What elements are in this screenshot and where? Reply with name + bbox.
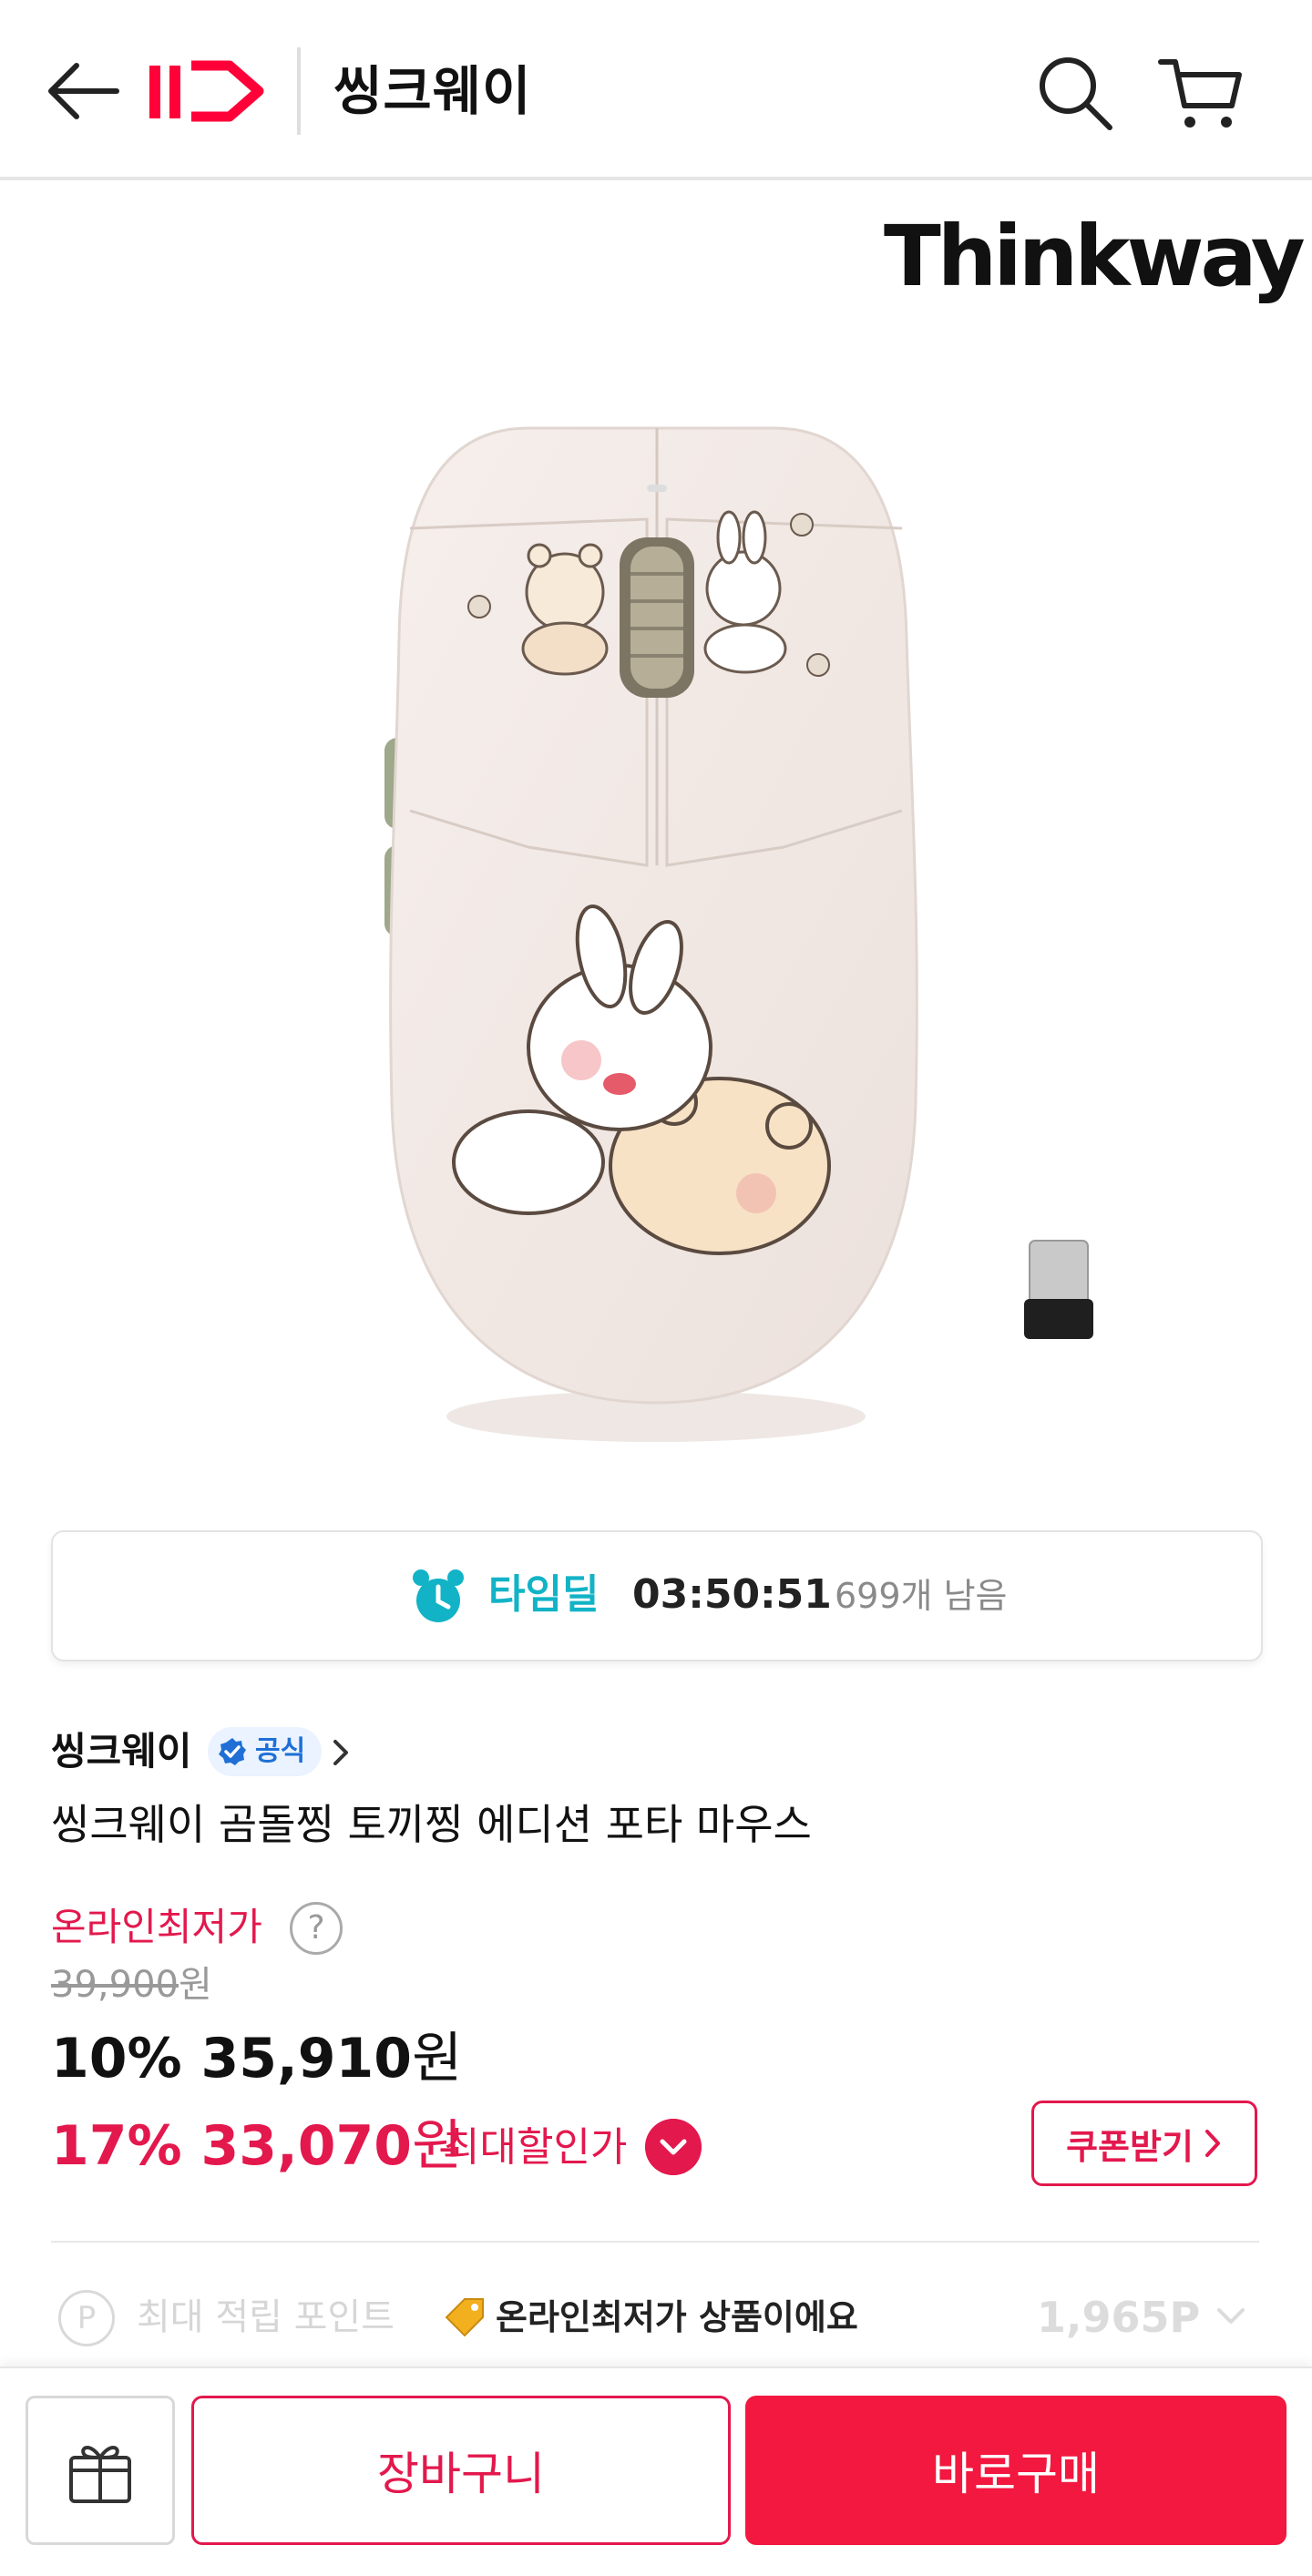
max-discount-label: 최대할인가 [443, 2124, 628, 2171]
gift-button[interactable] [26, 2396, 175, 2545]
time-deal-remaining: 699개 남음 [835, 1576, 1008, 1616]
wireless-mouse-image [384, 426, 1093, 1442]
brand-logo: Thinkway [884, 208, 1306, 305]
discount-price-unit: 원 [412, 2027, 463, 2090]
official-badge: 공식 [208, 1727, 323, 1776]
coupon-button-label: 쿠폰받기 [1066, 2126, 1194, 2167]
chevron-right-icon [1204, 2130, 1220, 2157]
original-price-value: 39,900 [51, 1964, 179, 2006]
max-discount-price-row: 17% 33,070원 [51, 2108, 462, 2184]
help-icon[interactable]: ? [290, 1902, 343, 1955]
header-title: 씽크웨이 [333, 60, 532, 122]
bottom-action-bar: 장바구니 바로구매 [0, 2366, 1312, 2576]
time-deal-banner[interactable]: 타임딜 03:50:51 699개 남음 [51, 1530, 1263, 1661]
cart-icon[interactable] [1157, 49, 1245, 137]
official-badge-label: 공식 [255, 1735, 306, 1767]
original-price-unit: 원 [178, 1964, 212, 2006]
eleven-street-logo-icon[interactable] [146, 56, 266, 126]
discount-price-row: 10% 35,910원 [51, 2020, 462, 2097]
lowest-price-toast: 온라인최저가 상품이에요 [441, 2286, 858, 2348]
verified-check-icon [219, 1738, 246, 1765]
time-deal-countdown: 03:50:51 [632, 1571, 832, 1618]
coupon-button[interactable]: 쿠폰받기 [1031, 2101, 1257, 2186]
lowest-price-label: 온라인최저가 [51, 1905, 262, 1949]
chevron-right-icon[interactable] [328, 1736, 354, 1769]
add-to-cart-button[interactable]: 장바구니 [191, 2396, 731, 2545]
point-icon: P [58, 2290, 115, 2346]
back-arrow-icon[interactable] [44, 56, 120, 126]
product-title: 씽크웨이 곰돌찡 토끼찡 에디션 포타 마우스 [51, 1800, 812, 1849]
lowest-price-toast-text: 온라인최저가 상품이에요 [496, 2297, 858, 2337]
gift-icon [69, 2446, 131, 2503]
max-discount-price: 33,070 [200, 2114, 413, 2178]
time-deal-label: 타임딜 [488, 1571, 600, 1618]
alarm-clock-icon [413, 1569, 464, 1622]
section-divider [51, 2241, 1259, 2243]
points-label: 최대 적립 포인트 [137, 2296, 395, 2338]
points-value: 1,965P [1037, 2293, 1201, 2342]
chevron-down-icon [1217, 2308, 1245, 2324]
points-row[interactable]: P 최대 적립 포인트 온라인최저가 상품이에요 1,965P [0, 2268, 1312, 2368]
top-header: 씽크웨이 [0, 0, 1312, 180]
original-price: 39,900원 [51, 1958, 212, 2011]
discount-percent: 10% [51, 2027, 182, 2090]
chevron-down-circle-icon[interactable] [645, 2119, 702, 2175]
header-divider [297, 47, 301, 135]
max-discount-percent: 17% [51, 2114, 182, 2178]
seller-name[interactable]: 씽크웨이 [51, 1722, 192, 1782]
price-tag-icon [445, 2298, 484, 2337]
buy-now-button[interactable]: 바로구매 [745, 2396, 1286, 2545]
discount-price: 35,910 [200, 2027, 413, 2090]
search-icon[interactable] [1035, 53, 1115, 133]
